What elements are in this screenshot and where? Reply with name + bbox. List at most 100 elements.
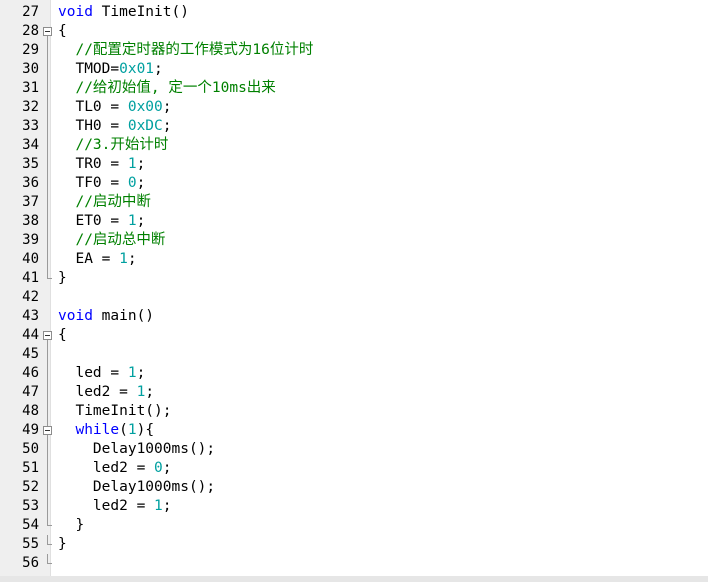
line-number: 42	[22, 289, 39, 305]
code-token: ;	[162, 99, 172, 115]
code-token: TL0 =	[58, 99, 128, 115]
code-text[interactable]: }	[58, 269, 67, 288]
code-line[interactable]: 34 //3.开始计时	[0, 136, 708, 155]
code-text[interactable]: {	[58, 326, 67, 345]
code-token: TimeInit();	[58, 403, 172, 419]
code-line[interactable]: 53 led2 = 1;	[0, 497, 708, 516]
code-line[interactable]: 35 TR0 = 1;	[0, 155, 708, 174]
code-line[interactable]: 37 //启动中断	[0, 193, 708, 212]
code-line[interactable]: 47 led2 = 1;	[0, 383, 708, 402]
code-line[interactable]: 31 //给初始值, 定一个10ms出来	[0, 79, 708, 98]
code-line[interactable]: 45	[0, 345, 708, 364]
code-text[interactable]: {	[58, 22, 67, 41]
code-text[interactable]: EA = 1;	[58, 250, 136, 269]
fold-guide-line	[43, 136, 53, 155]
number-token: 0	[154, 460, 163, 476]
code-line[interactable]: 50 Delay1000ms();	[0, 440, 708, 459]
code-line[interactable]: 41}	[0, 269, 708, 288]
code-line[interactable]: 48 TimeInit();	[0, 402, 708, 421]
keyword-token: void	[58, 308, 93, 324]
code-line[interactable]: 49 while(1){	[0, 421, 708, 440]
code-text[interactable]: while(1){	[58, 421, 154, 440]
code-token: main()	[92, 308, 155, 324]
comment-token: //3.开始计时	[75, 137, 169, 153]
code-line[interactable]: 32 TL0 = 0x00;	[0, 98, 708, 117]
code-token: ;	[136, 365, 146, 381]
fold-collapse-icon[interactable]	[43, 421, 53, 440]
code-text[interactable]: //3.开始计时	[58, 136, 168, 155]
line-number: 55	[22, 536, 39, 552]
code-line[interactable]: 27 void TimeInit()	[0, 3, 708, 22]
fold-guide-line	[43, 402, 53, 421]
code-line[interactable]: 55}	[0, 535, 708, 554]
code-token: EA =	[58, 251, 120, 267]
code-text[interactable]: TimeInit();	[58, 402, 172, 421]
minus-box-icon[interactable]	[43, 27, 52, 36]
code-text[interactable]: //配置定时器的工作模式为16位计时	[58, 41, 313, 60]
number-token: 1	[127, 156, 137, 172]
code-text[interactable]: void main()	[58, 307, 154, 326]
code-token: ;	[136, 156, 146, 172]
code-line[interactable]: 39 //启动总中断	[0, 231, 708, 250]
number-token: 1	[136, 384, 146, 400]
number-token: 1	[127, 422, 137, 438]
horizontal-scrollbar[interactable]	[0, 576, 708, 582]
code-text[interactable]: led = 1;	[58, 364, 145, 383]
code-text[interactable]: TL0 = 0x00;	[58, 98, 172, 117]
code-line[interactable]: 28 {	[0, 22, 708, 41]
code-text[interactable]: ET0 = 1;	[58, 212, 145, 231]
code-token: }	[58, 517, 85, 533]
code-text[interactable]: //启动总中断	[58, 231, 165, 250]
code-line[interactable]: 38 ET0 = 1;	[0, 212, 708, 231]
fold-guide-line	[43, 459, 53, 478]
code-text[interactable]: Delay1000ms();	[58, 478, 215, 497]
code-token: (	[119, 422, 128, 438]
line-number: 45	[22, 346, 39, 362]
fold-guide-line	[43, 364, 53, 383]
code-text[interactable]: }	[58, 535, 67, 554]
minus-box-icon[interactable]	[43, 331, 52, 340]
code-text[interactable]: led2 = 1;	[58, 497, 172, 516]
code-text[interactable]: Delay1000ms();	[58, 440, 215, 459]
fold-empty	[43, 288, 53, 307]
code-line[interactable]: 44 {	[0, 326, 708, 345]
code-line[interactable]: 46 led = 1;	[0, 364, 708, 383]
code-token: ;	[162, 118, 172, 134]
code-text[interactable]: TMOD=0x01;	[58, 60, 163, 79]
fold-collapse-icon[interactable]	[43, 22, 53, 41]
minus-box-icon[interactable]	[43, 426, 52, 435]
code-line[interactable]: 52 Delay1000ms();	[0, 478, 708, 497]
code-line[interactable]: 29 //配置定时器的工作模式为16位计时	[0, 41, 708, 60]
code-line[interactable]: 42	[0, 288, 708, 307]
fold-guide-line	[43, 98, 53, 117]
line-number: 46	[22, 365, 39, 381]
code-text[interactable]: led2 = 1;	[58, 383, 154, 402]
code-text[interactable]: led2 = 0;	[58, 459, 172, 478]
code-line[interactable]: 30 TMOD=0x01;	[0, 60, 708, 79]
code-line[interactable]: 40 EA = 1;	[0, 250, 708, 269]
code-text[interactable]: TF0 = 0;	[58, 174, 145, 193]
code-token: led2 =	[58, 498, 155, 514]
code-line[interactable]: 54 }	[0, 516, 708, 535]
code-text[interactable]: //给初始值, 定一个10ms出来	[58, 79, 275, 98]
code-line[interactable]: 43 void main()	[0, 307, 708, 326]
line-number: 33	[22, 118, 39, 134]
number-token: 1	[127, 213, 137, 229]
number-token: 1	[119, 251, 128, 267]
code-text[interactable]: TR0 = 1;	[58, 155, 145, 174]
line-number: 54	[22, 517, 39, 533]
code-text[interactable]: }	[58, 516, 84, 535]
code-line[interactable]: 56	[0, 554, 708, 573]
code-text[interactable]: TH0 = 0xDC;	[58, 117, 172, 136]
code-line[interactable]: 33 TH0 = 0xDC;	[0, 117, 708, 136]
code-line[interactable]: 36 TF0 = 0;	[0, 174, 708, 193]
code-line[interactable]: 51 led2 = 0;	[0, 459, 708, 478]
fold-collapse-icon[interactable]	[43, 326, 53, 345]
code-text[interactable]: void TimeInit()	[58, 3, 189, 22]
fold-end-marker	[43, 554, 53, 573]
code-text[interactable]: //启动中断	[58, 193, 150, 212]
code-token: ;	[154, 61, 163, 77]
line-number: 37	[22, 194, 39, 210]
code-editor[interactable]: 27 void TimeInit() 28 {29 //配置定时器的工作模式为16位计…	[0, 0, 708, 582]
